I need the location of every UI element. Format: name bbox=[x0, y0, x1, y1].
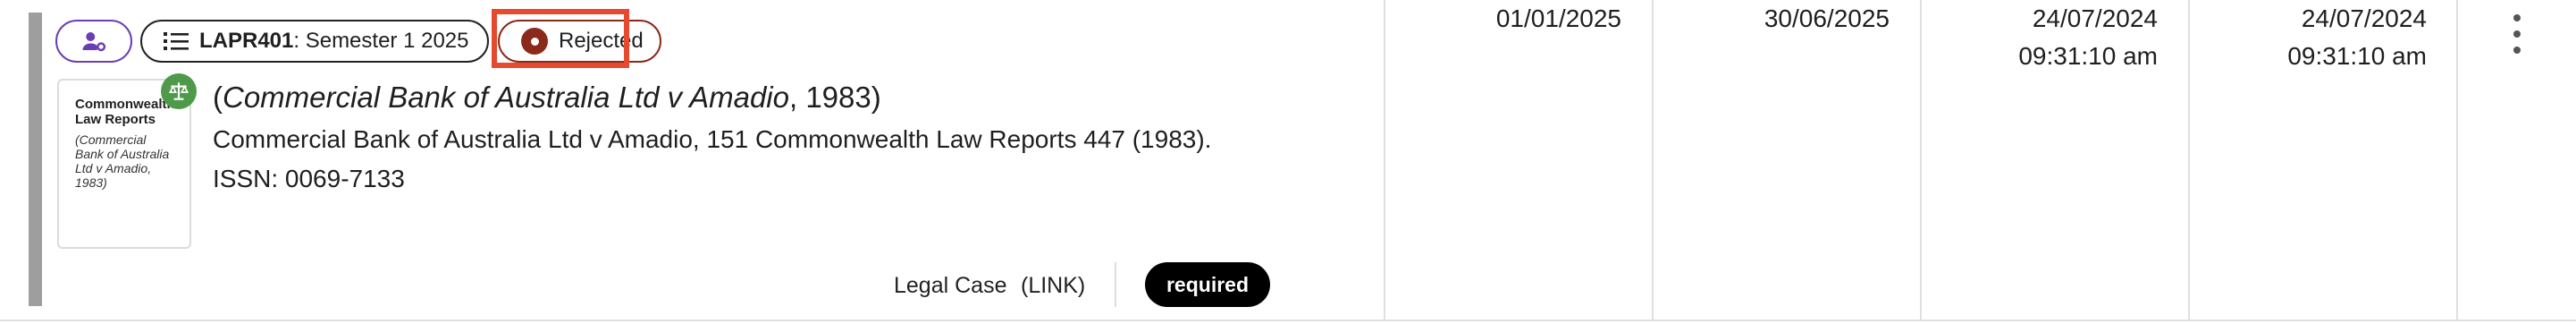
created-time: 09:31:10 am bbox=[2018, 42, 2158, 70]
citation-title[interactable]: (Commercial Bank of Australia Ltd v Amad… bbox=[213, 81, 881, 115]
more-vert-icon[interactable] bbox=[2506, 14, 2528, 54]
column-divider bbox=[1384, 0, 1385, 320]
start-date: 01/01/2025 bbox=[1495, 4, 1621, 32]
column-divider bbox=[1920, 0, 1922, 320]
column-divider bbox=[2456, 0, 2458, 320]
status-highlight-box bbox=[492, 9, 629, 68]
footer-divider bbox=[1115, 262, 1116, 307]
user-gear-icon bbox=[82, 32, 106, 52]
thumbnail-subtitle: (Commercial Bank of Australia Ltd v Amad… bbox=[75, 132, 170, 190]
owner-chip[interactable] bbox=[55, 20, 132, 63]
citation-full-text: Commercial Bank of Australia Ltd v Amadi… bbox=[213, 125, 1212, 153]
scales-icon bbox=[161, 73, 197, 109]
citation-link[interactable]: (LINK) bbox=[1021, 273, 1085, 299]
course-code: LAPR401 bbox=[199, 29, 294, 53]
course-chip[interactable]: LAPR401 : Semester 1 2025 bbox=[140, 20, 489, 63]
importance-badge[interactable]: required bbox=[1145, 262, 1270, 307]
end-date: 30/06/2025 bbox=[1764, 4, 1890, 32]
citation-issn: ISSN: 0069-7133 bbox=[213, 165, 405, 192]
updated-date: 24/07/2024 bbox=[2301, 4, 2427, 32]
row-bottom-border bbox=[0, 320, 2576, 321]
column-divider bbox=[2188, 0, 2190, 320]
course-term: : Semester 1 2025 bbox=[293, 29, 469, 53]
updated-time: 09:31:10 am bbox=[2287, 42, 2427, 70]
created-date: 24/07/2024 bbox=[2032, 4, 2158, 32]
citation-type: Legal Case bbox=[894, 273, 1007, 298]
column-divider bbox=[1652, 0, 1654, 320]
row-left-bar bbox=[29, 13, 42, 306]
list-icon bbox=[164, 32, 189, 50]
reading-list-row[interactable]: LAPR401 : Semester 1 2025 Rejected Commo… bbox=[0, 0, 2576, 324]
